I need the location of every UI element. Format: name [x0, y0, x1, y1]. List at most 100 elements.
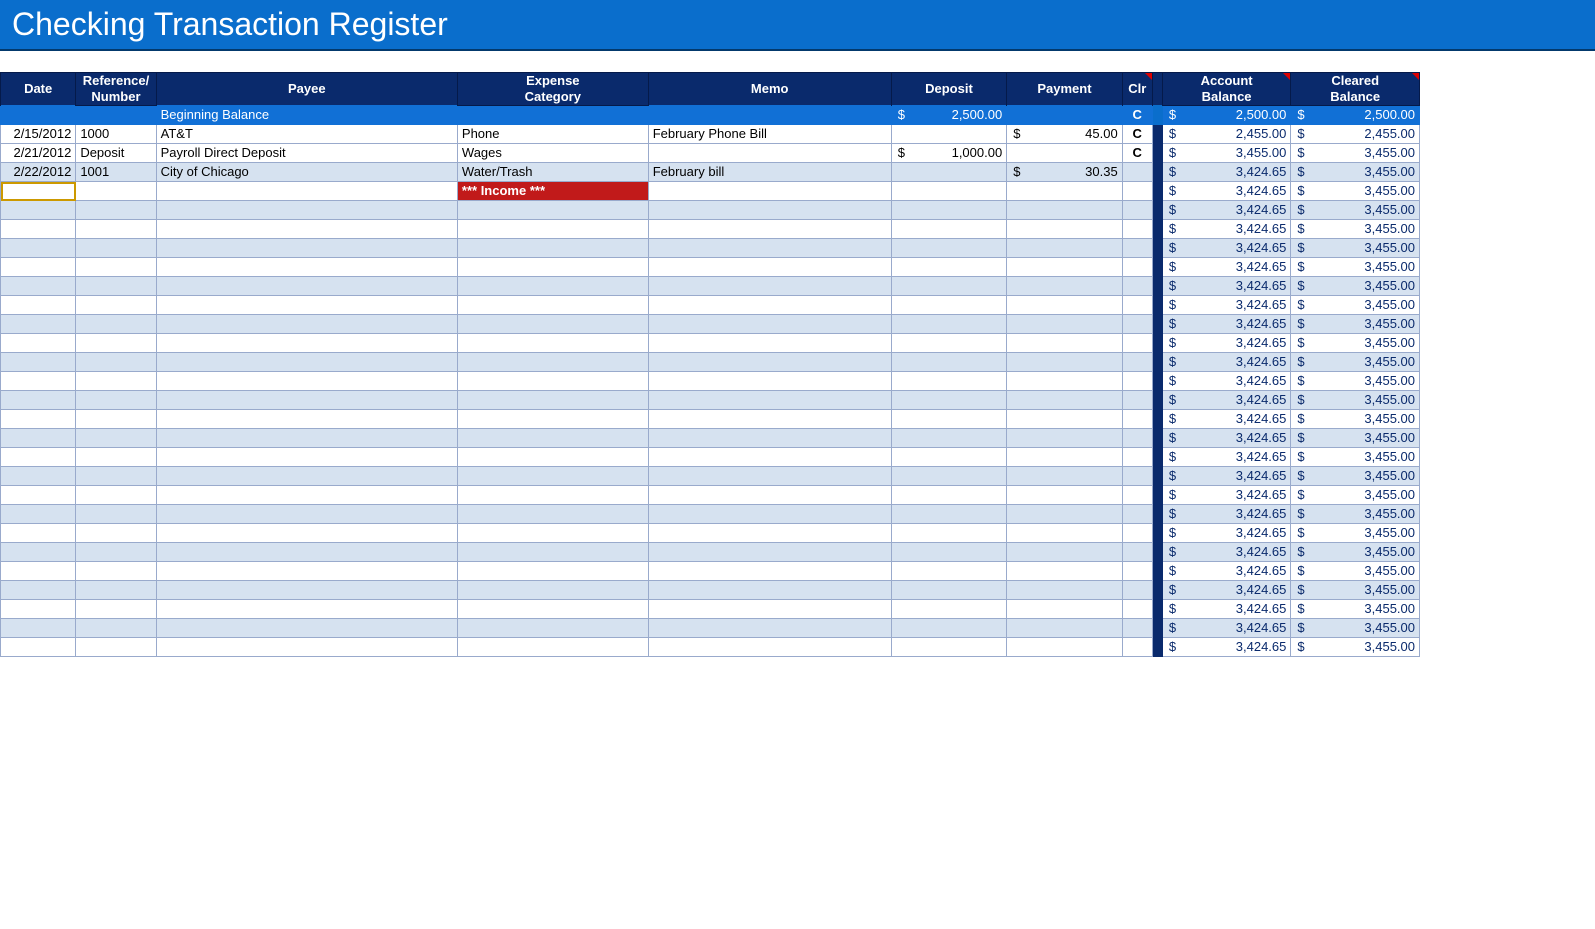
- cell-ref[interactable]: [76, 391, 156, 410]
- cell-deposit[interactable]: [891, 239, 1006, 258]
- cell-account-balance[interactable]: 3,424.65: [1162, 600, 1291, 619]
- cell-payment[interactable]: [1007, 315, 1122, 334]
- cell-clr[interactable]: [1122, 600, 1152, 619]
- cell-date[interactable]: [1, 467, 76, 486]
- cell-cleared-balance[interactable]: 3,455.00: [1291, 258, 1420, 277]
- header-memo[interactable]: Memo: [648, 73, 891, 106]
- cell-deposit[interactable]: [891, 220, 1006, 239]
- cell-payee[interactable]: [156, 239, 457, 258]
- cell-cleared-balance[interactable]: 3,455.00: [1291, 201, 1420, 220]
- cell-deposit[interactable]: [891, 277, 1006, 296]
- cell-date[interactable]: 2/21/2012: [1, 144, 76, 163]
- cell-deposit[interactable]: 2,500.00: [891, 106, 1006, 125]
- cell-date[interactable]: [1, 562, 76, 581]
- cell-deposit[interactable]: [891, 581, 1006, 600]
- cell-date[interactable]: [1, 258, 76, 277]
- cell-payee[interactable]: [156, 201, 457, 220]
- cell-account-balance[interactable]: 3,424.65: [1162, 638, 1291, 657]
- cell-payee[interactable]: City of Chicago: [156, 163, 457, 182]
- cell-deposit[interactable]: [891, 296, 1006, 315]
- cell-category[interactable]: *** Income ***: [457, 182, 648, 201]
- cell-payee[interactable]: [156, 467, 457, 486]
- cell-account-balance[interactable]: 3,424.65: [1162, 163, 1291, 182]
- cell-cleared-balance[interactable]: 3,455.00: [1291, 638, 1420, 657]
- cell-payee[interactable]: [156, 429, 457, 448]
- cell-payee[interactable]: AT&T: [156, 125, 457, 144]
- cell-payee[interactable]: [156, 296, 457, 315]
- cell-date[interactable]: [1, 600, 76, 619]
- cell-memo[interactable]: [648, 353, 891, 372]
- cell-payment[interactable]: [1007, 410, 1122, 429]
- cell-payment[interactable]: [1007, 334, 1122, 353]
- cell-payee[interactable]: [156, 182, 457, 201]
- cell-payee[interactable]: [156, 258, 457, 277]
- cell-date[interactable]: [1, 486, 76, 505]
- cell-category[interactable]: [457, 486, 648, 505]
- cell-category[interactable]: [457, 505, 648, 524]
- cell-memo[interactable]: [648, 562, 891, 581]
- cell-ref[interactable]: [76, 562, 156, 581]
- cell-account-balance[interactable]: 3,424.65: [1162, 391, 1291, 410]
- cell-account-balance[interactable]: 3,424.65: [1162, 220, 1291, 239]
- cell-clr[interactable]: [1122, 239, 1152, 258]
- cell-cleared-balance[interactable]: 3,455.00: [1291, 467, 1420, 486]
- cell-memo[interactable]: [648, 486, 891, 505]
- cell-category[interactable]: [457, 467, 648, 486]
- cell-date[interactable]: [1, 543, 76, 562]
- cell-ref[interactable]: [76, 334, 156, 353]
- cell-clr[interactable]: [1122, 410, 1152, 429]
- cell-memo[interactable]: [648, 581, 891, 600]
- cell-clr[interactable]: C: [1122, 125, 1152, 144]
- cell-account-balance[interactable]: 2,455.00: [1162, 125, 1291, 144]
- cell-date[interactable]: [1, 619, 76, 638]
- cell-category[interactable]: [457, 524, 648, 543]
- cell-payee[interactable]: [156, 562, 457, 581]
- cell-ref[interactable]: [76, 410, 156, 429]
- cell-deposit[interactable]: [891, 201, 1006, 220]
- cell-deposit[interactable]: [891, 182, 1006, 201]
- cell-cleared-balance[interactable]: 3,455.00: [1291, 619, 1420, 638]
- cell-memo[interactable]: [648, 429, 891, 448]
- cell-payment[interactable]: [1007, 448, 1122, 467]
- cell-category[interactable]: [457, 543, 648, 562]
- cell-clr[interactable]: [1122, 201, 1152, 220]
- cell-category[interactable]: [457, 600, 648, 619]
- cell-clr[interactable]: [1122, 277, 1152, 296]
- cell-payment[interactable]: [1007, 277, 1122, 296]
- cell-payment[interactable]: [1007, 353, 1122, 372]
- cell-account-balance[interactable]: 3,424.65: [1162, 467, 1291, 486]
- cell-account-balance[interactable]: 2,500.00: [1162, 106, 1291, 125]
- header-clr[interactable]: Clr: [1122, 73, 1152, 106]
- cell-payment[interactable]: [1007, 562, 1122, 581]
- cell-payee[interactable]: [156, 315, 457, 334]
- cell-account-balance[interactable]: 3,424.65: [1162, 562, 1291, 581]
- cell-category[interactable]: [457, 239, 648, 258]
- cell-cleared-balance[interactable]: 3,455.00: [1291, 429, 1420, 448]
- cell-date[interactable]: [1, 505, 76, 524]
- header-cat-bot[interactable]: Category: [457, 89, 648, 106]
- cell-payee[interactable]: [156, 581, 457, 600]
- cell-memo[interactable]: February Phone Bill: [648, 125, 891, 144]
- header-date[interactable]: Date: [1, 73, 76, 106]
- cell-deposit[interactable]: [891, 562, 1006, 581]
- cell-ref[interactable]: [76, 182, 156, 201]
- cell-memo[interactable]: [648, 391, 891, 410]
- cell-deposit[interactable]: [891, 353, 1006, 372]
- cell-clr[interactable]: [1122, 315, 1152, 334]
- cell-deposit[interactable]: [891, 486, 1006, 505]
- cell-date[interactable]: [1, 220, 76, 239]
- cell-category[interactable]: Water/Trash: [457, 163, 648, 182]
- cell-date[interactable]: [1, 448, 76, 467]
- cell-date[interactable]: [1, 315, 76, 334]
- cell-payment[interactable]: [1007, 505, 1122, 524]
- cell-cleared-balance[interactable]: 3,455.00: [1291, 410, 1420, 429]
- cell-payment[interactable]: [1007, 429, 1122, 448]
- cell-payment[interactable]: [1007, 619, 1122, 638]
- cell-payment[interactable]: [1007, 467, 1122, 486]
- cell-payment[interactable]: [1007, 296, 1122, 315]
- cell-date[interactable]: [1, 296, 76, 315]
- cell-cleared-balance[interactable]: 3,455.00: [1291, 562, 1420, 581]
- cell-clr[interactable]: [1122, 296, 1152, 315]
- header-cat-top[interactable]: Expense: [457, 73, 648, 90]
- cell-memo[interactable]: [648, 315, 891, 334]
